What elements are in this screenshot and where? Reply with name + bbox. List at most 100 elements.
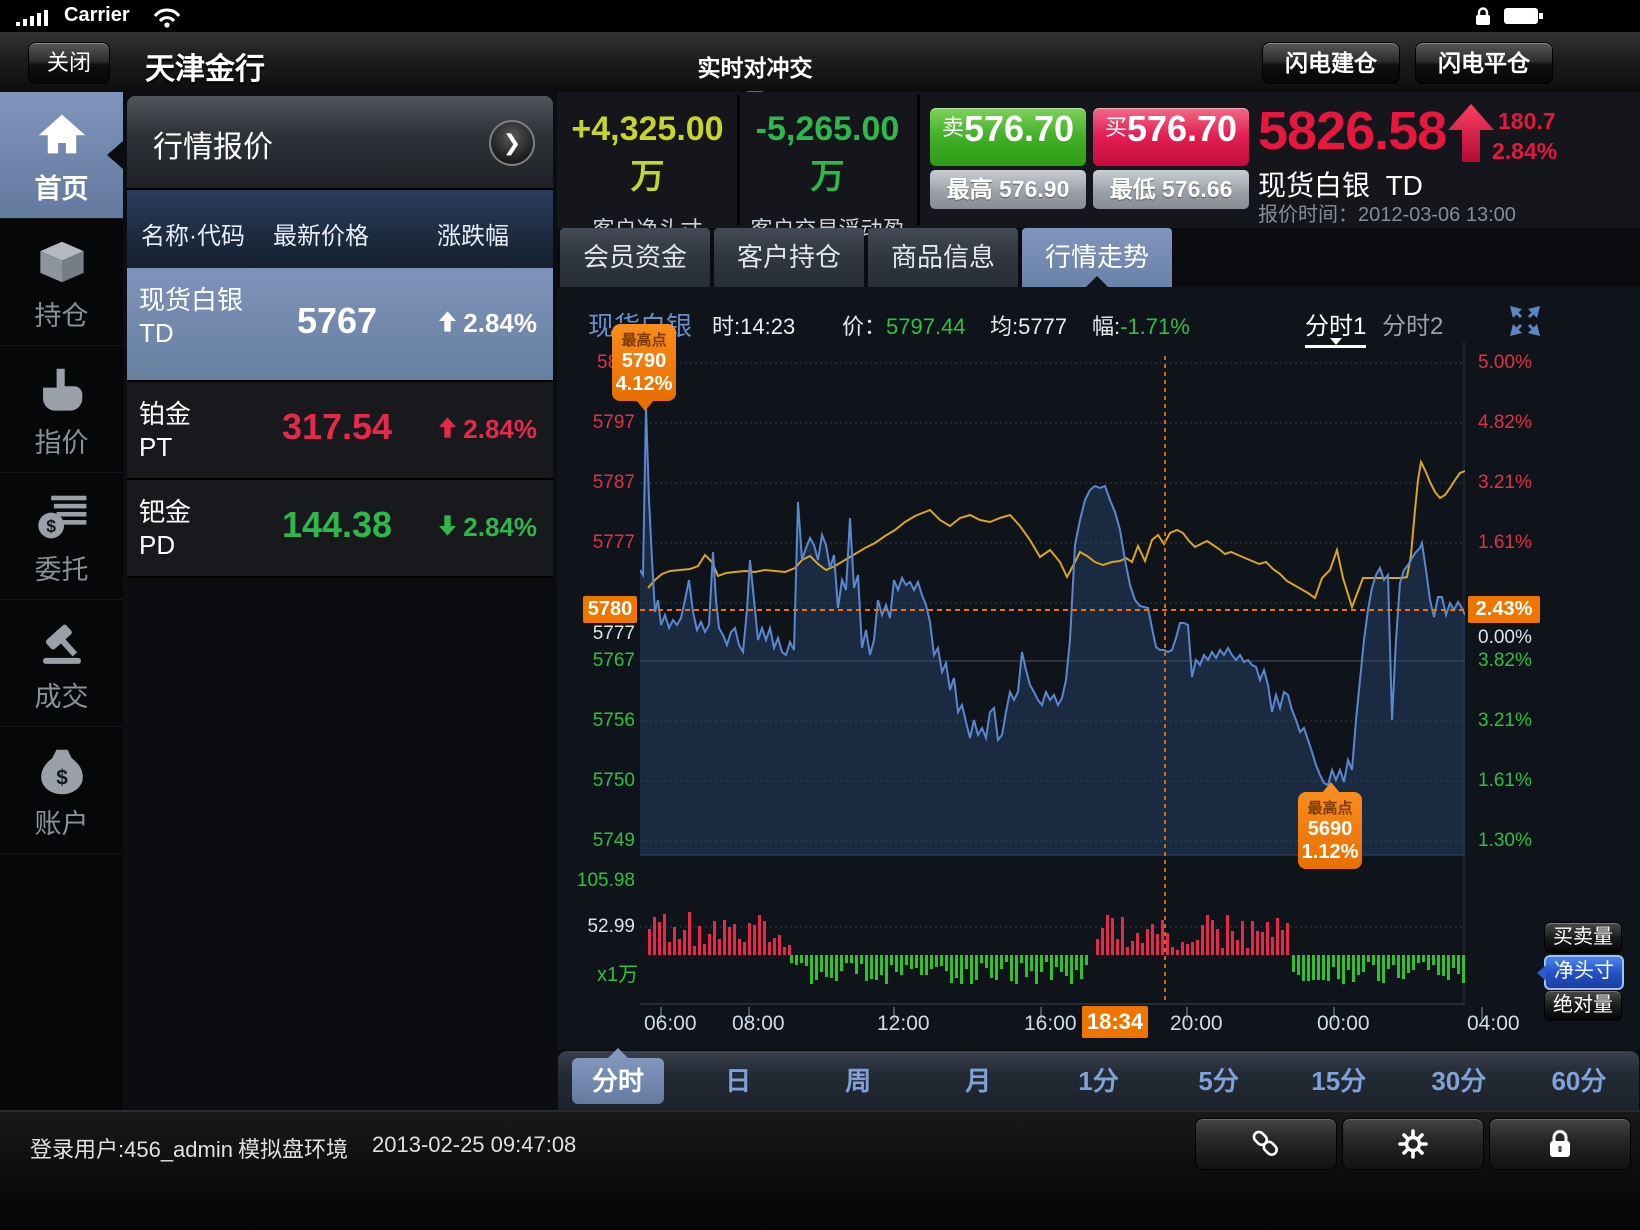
volume-mode-买卖量[interactable]: 买卖量 [1544, 922, 1622, 953]
net-position-stat: +4,325.00万 客户净头寸 [560, 110, 735, 244]
quote-row-TD[interactable]: 现货白银TD5767 2.84% [127, 268, 553, 382]
lock-status-icon [1472, 5, 1494, 27]
period-tab-月[interactable]: 月 [932, 1058, 1024, 1104]
sidebar-item-持仓[interactable]: 持仓 [0, 219, 123, 346]
sidebar-item-label: 指价 [0, 421, 123, 460]
latest-price: 144.38 [257, 504, 417, 546]
selected-notch [107, 141, 123, 169]
latest-price: 317.54 [257, 406, 417, 448]
quote-panel-title: 行情报价 [153, 122, 273, 166]
chart-time: 时:14:23 [712, 309, 795, 341]
price-volume-chart[interactable] [640, 340, 1465, 1005]
sidebar-item-账户[interactable]: $ 账户 [0, 727, 123, 854]
sidebar-item-label: 持仓 [0, 294, 123, 333]
quote-table-header: 名称·代码 最新价格 涨跌幅 [127, 190, 553, 270]
sidebar-item-label: 委托 [0, 548, 123, 587]
wifi-icon [152, 6, 182, 28]
tab-商品信息[interactable]: 商品信息 [868, 228, 1018, 287]
y-axis-price-label: 5777 [555, 623, 635, 645]
chart-price: 价：5797.44 [842, 309, 966, 341]
title-bar: 关闭 天津金行 实时对冲交易 闪电建仓 闪电平仓 [0, 32, 1640, 94]
expand-quotes-button[interactable]: ❯ [489, 120, 535, 166]
change-pct: 2.84% [439, 512, 537, 543]
period-tab-1分[interactable]: 1分 [1052, 1058, 1144, 1104]
sidebar-item-label: 首页 [0, 167, 123, 206]
tab-行情走势[interactable]: 行情走势 [1022, 228, 1172, 287]
y-axis-price-label: 5756 [555, 710, 635, 732]
crosshair-time-tag: 18:34 [1082, 1006, 1148, 1038]
sidebar-item-委托[interactable]: $ 委托 [0, 473, 123, 600]
footer-bar: 登录用户:456_admin 模拟盘环境 2013-02-25 09:47:08 [0, 1110, 1640, 1230]
link-button[interactable] [1195, 1118, 1337, 1170]
fullscreen-icon[interactable] [1508, 304, 1542, 338]
y-axis-pct-label: 0.00% [1478, 627, 1532, 649]
lock-button[interactable] [1489, 1118, 1631, 1170]
y-axis-pct-label: 4.82% [1478, 412, 1532, 434]
close-button[interactable]: 关闭 [28, 42, 110, 84]
sidebar-item-指价[interactable]: 指价 [0, 346, 123, 473]
y-axis-price-label: 5777 [555, 532, 635, 554]
period-tab-分时[interactable]: 分时 [572, 1058, 664, 1104]
current-price-tag: 5780 [583, 596, 637, 623]
latest-price: 5767 [257, 300, 417, 342]
time-axis-label: 00:00 [1317, 1012, 1370, 1036]
y-axis-pct-label: 3.21% [1478, 710, 1532, 732]
svg-text:$: $ [46, 516, 56, 536]
logged-in-user: 登录用户:456_admin [30, 1132, 233, 1164]
y-axis-pct-label: 3.21% [1478, 472, 1532, 494]
change-pct: 2.84% [439, 414, 537, 445]
price-change: 180.7 [1498, 108, 1556, 135]
settings-button[interactable] [1342, 1118, 1484, 1170]
time-axis-label: 20:00 [1170, 1012, 1223, 1036]
selected-tab-notch [1086, 276, 1108, 287]
instrument-name: 铂金PT [139, 398, 191, 464]
tab-会员资金[interactable]: 会员资金 [560, 228, 710, 287]
mode2-tab[interactable]: 分时2 [1382, 306, 1443, 341]
y-axis-price-label: 5749 [555, 830, 635, 852]
sidebar-item-label: 账户 [0, 802, 123, 841]
quote-row-PD[interactable]: 钯金PD144.38 2.84% [127, 480, 553, 578]
buy-button[interactable]: 买576.70 [1093, 108, 1249, 166]
quote-row-PT[interactable]: 铂金PT 317.54 2.84% [127, 382, 553, 480]
high-price-bar: 最高 576.90 [930, 170, 1086, 209]
selected-tab-notch [608, 1048, 628, 1058]
price-change-pct: 2.84% [1492, 138, 1557, 165]
quote-time-line: 报价时间：2012-03-06 13:00 [1258, 198, 1516, 227]
time-axis-label: 12:00 [877, 1012, 930, 1036]
sell-button[interactable]: 卖576.70 [930, 108, 1086, 166]
period-tab-bar: 分时日周月 1分 5分 15分 30分 60分 [557, 1050, 1640, 1112]
time-axis-label: 16:00 [1024, 1012, 1077, 1036]
quote-panel: 行情报价 ❯ 名称·代码 最新价格 涨跌幅 现货白银TD5767 2.84%铂金… [123, 92, 557, 1110]
sidebar-item-首页[interactable]: 首页 [0, 92, 123, 219]
chart-avg: 均:5777 [990, 309, 1067, 341]
time-axis-label: 04:00 [1467, 1012, 1520, 1036]
period-tab-日[interactable]: 日 [692, 1058, 784, 1104]
period-tab-30分[interactable]: 30分 [1413, 1058, 1505, 1104]
period-tab-60分[interactable]: 60分 [1533, 1058, 1625, 1104]
flash-close-position-button[interactable]: 闪电平仓 [1415, 42, 1553, 84]
y-axis-pct-label: 5.00% [1478, 352, 1532, 374]
sidebar-item-成交[interactable]: 成交 [0, 600, 123, 727]
app-title: 天津金行 [145, 44, 265, 88]
change-pct: 2.84% [439, 308, 537, 339]
y-axis-price-label: 5750 [555, 770, 635, 792]
status-bar: Carrier [0, 0, 1640, 32]
carrier-label: Carrier [64, 4, 130, 27]
col-latest-price: 最新价格 [273, 216, 369, 251]
divider [917, 95, 920, 225]
y-axis-price-label: 52.99 [555, 916, 635, 938]
period-tab-5分[interactable]: 5分 [1173, 1058, 1265, 1104]
tab-客户持仓[interactable]: 客户持仓 [714, 228, 864, 287]
highest-point-callout: 最高点56901.12% [1298, 792, 1362, 869]
trading-app: Carrier 关闭 天津金行 实时对冲交易 闪电建仓 闪电平仓 首页持仓指价 $… [0, 0, 1640, 1230]
highest-point-callout: 最高点57904.12% [612, 324, 676, 401]
volume-mode-净头寸[interactable]: 净头寸 [1544, 955, 1624, 990]
period-tab-15分[interactable]: 15分 [1293, 1058, 1385, 1104]
svg-text:$: $ [56, 767, 68, 790]
volume-mode-绝对量[interactable]: 绝对量 [1544, 990, 1622, 1021]
col-name-code: 名称·代码 [141, 216, 245, 251]
period-tab-周[interactable]: 周 [812, 1058, 904, 1104]
flash-open-position-button[interactable]: 闪电建仓 [1262, 42, 1400, 84]
gear-icon [1398, 1129, 1428, 1159]
y-axis-price-label: 5797 [555, 412, 635, 434]
